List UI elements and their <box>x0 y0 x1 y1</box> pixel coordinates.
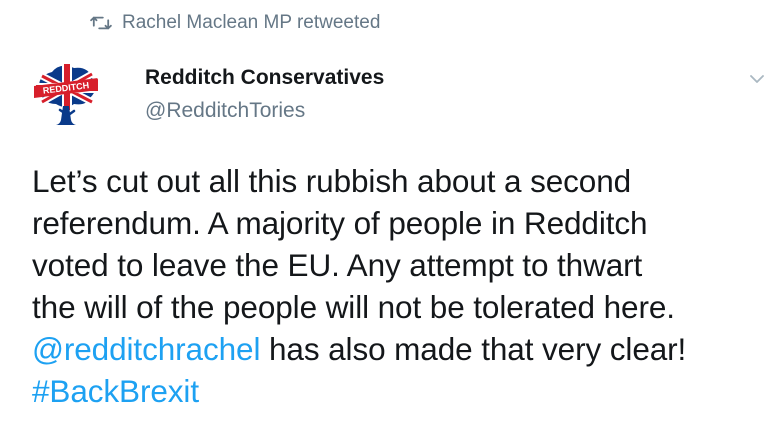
author-name[interactable]: Redditch Conservatives <box>145 66 384 90</box>
tweet-line-1: Let’s cut out all this rubbish about a s… <box>32 163 632 199</box>
retweet-context: Rachel Maclean MP retweeted <box>90 10 380 36</box>
hashtag-link[interactable]: #BackBrexit <box>32 373 199 409</box>
tweet-line-5-rest: has also made that very clear! <box>260 331 687 367</box>
mention-link[interactable]: @redditchrachel <box>32 331 260 367</box>
tweet-line-2: referendum. A majority of people in Redd… <box>32 205 648 241</box>
tweet-line-3: voted to leave the EU. Any attempt to th… <box>32 247 643 283</box>
union-jack-tree-logo: REDDITCH <box>30 60 102 132</box>
tweet-line-4: the will of the people will not be toler… <box>32 289 675 325</box>
retweet-label[interactable]: Rachel Maclean MP retweeted <box>122 12 380 34</box>
avatar[interactable]: REDDITCH <box>30 60 102 132</box>
tweet-line-6: #BackBrexit <box>32 370 770 412</box>
tweet-text: Let’s cut out all this rubbish about a s… <box>32 160 770 412</box>
chevron-down-icon[interactable] <box>748 72 766 86</box>
author-handle[interactable]: @RedditchTories <box>145 99 305 123</box>
tweet-line-5: @redditchrachel has also made that very … <box>32 328 770 370</box>
retweet-icon <box>90 16 112 30</box>
